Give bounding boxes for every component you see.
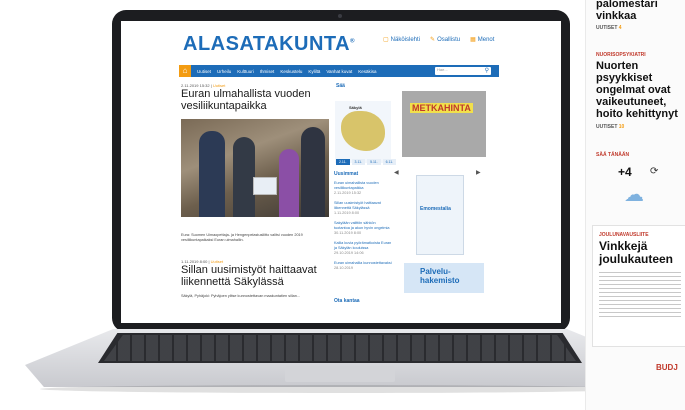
item-time: 2.11.2019 15:32 xyxy=(334,191,362,195)
laptop-shadow xyxy=(40,385,640,393)
chevron-right-icon[interactable]: ▶ xyxy=(476,169,481,176)
paper-supplement-box: JOULUNAVAUSLIITE Vinkkejä joulukauteen xyxy=(592,225,685,347)
nav-item-uutiset[interactable]: Uutiset xyxy=(197,69,211,74)
paper-temperature: +4 xyxy=(618,165,632,179)
search-icon[interactable]: ⚲ xyxy=(485,67,489,74)
paper-body-lines xyxy=(599,272,681,320)
region-shape xyxy=(341,111,385,151)
weather-heading: Sää xyxy=(336,83,345,89)
list-item[interactable]: Sillan uusimistyöt haittaavat liikennett… xyxy=(334,201,392,216)
map-place: Säkylä xyxy=(349,105,362,110)
keyboard-keys xyxy=(104,335,576,361)
item-time: 29.10.2019 14:06 xyxy=(334,251,364,255)
latest-list: Uusimmat Euran uimahallista vuoden vesil… xyxy=(334,171,392,276)
calendar-icon: ▦ xyxy=(470,37,476,43)
person-figure xyxy=(199,131,225,217)
paper-headline-top: palomestari vinkkaa xyxy=(596,0,658,22)
top-link-label: Menot xyxy=(477,37,495,43)
latest-heading: Uusimmat xyxy=(334,171,359,177)
nav-item-kulttuuri[interactable]: Kulttuuri xyxy=(237,69,254,74)
person-figure xyxy=(233,137,255,217)
nav-item-vanhat-kuvat[interactable]: Vanhat kuvat xyxy=(326,69,352,74)
main-nav: ⌂ Uutiset Urheilu Kulttuuri Ihmiset Kesk… xyxy=(179,65,499,77)
nav-item-urheilu[interactable]: Urheilu xyxy=(217,69,231,74)
item-title: Euran uimahallia kunnostettavaksi xyxy=(334,261,392,265)
item-title: Sillan uusimistyöt haittaavat liikennett… xyxy=(334,201,381,210)
newspaper-clipping: palomestari vinkkaa UUTISET 4 NUORISOPSY… xyxy=(585,0,685,410)
top-link-label: Osallistu xyxy=(437,37,461,43)
article-photo[interactable] xyxy=(181,119,329,217)
article-2: 1.11.2019 8:00 | Uutiset Sillan uusimist… xyxy=(181,259,329,299)
meta-num: 10 xyxy=(618,124,625,130)
weather-tabs: 2.11. 3.11. 5.11. 6.11. xyxy=(336,159,397,165)
laptop-screen: ALASATAKUNTA® ▢ Näköislehti ✎ Osallistu ▦ M… xyxy=(121,21,561,323)
cloud-icon: ☁ xyxy=(624,184,644,206)
wind-icon: ⟳ xyxy=(650,166,659,177)
top-link-naköislehti[interactable]: ▢ Näköislehti xyxy=(383,36,420,43)
item-time: 28.10.2019 xyxy=(334,266,354,270)
article-1: 2.11.2019 15:32 | Uutiset Euran ulmahall… xyxy=(181,83,329,112)
nav-items: Uutiset Urheilu Kulttuuri Ihmiset Keskus… xyxy=(191,69,377,74)
nav-item-keskustelu[interactable]: Keskustelu xyxy=(280,69,302,74)
webcam xyxy=(338,14,342,18)
paper-kicker: JOULUNAVAUSLIITE xyxy=(599,232,649,238)
search-input[interactable]: Hae... xyxy=(435,67,491,75)
item-time: 1.11.2019 8:00 xyxy=(334,211,360,215)
meta-num: 4 xyxy=(618,25,622,31)
top-links: ▢ Näköislehti ✎ Osallistu ▦ Menot xyxy=(383,36,494,43)
item-title: Sakylään valittiin sähkön tuotantoa ja a… xyxy=(334,221,390,230)
nav-item-ihmiset[interactable]: Ihmiset xyxy=(260,69,275,74)
top-link-menot[interactable]: ▦ Menot xyxy=(470,36,494,43)
meta-label: UUTISET xyxy=(596,25,618,31)
article-title[interactable]: Sillan uusimistyöt haittaavat liikennett… xyxy=(181,264,329,288)
list-item[interactable]: Euran uimahallia kunnostettavaksi 28.10.2… xyxy=(334,261,392,271)
list-item[interactable]: Kallia kuvia pyörämatkoista Euran ja Säk… xyxy=(334,241,392,256)
square-icon: ▢ xyxy=(383,37,389,43)
meta-label: UUTISET xyxy=(596,124,618,130)
weather-tab[interactable]: 3.11. xyxy=(351,159,366,165)
article-title[interactable]: Euran ulmahallista vuoden vesiliikuntapa… xyxy=(181,88,329,112)
top-link-label: Näköislehti xyxy=(390,37,421,43)
ad-banner[interactable]: METKAHINTA xyxy=(402,91,486,157)
ad-banner[interactable]: Palvelu-hakemisto xyxy=(404,263,484,293)
paper-weather-label: SÄÄ TÄNÄÄN xyxy=(596,152,630,158)
list-item[interactable]: Euran uimahallista vuoden vesiliikuntapa… xyxy=(334,181,392,196)
item-title: Kallia kuvia pyörämatkoista Euran ja Säk… xyxy=(334,241,392,250)
paper-meta: UUTISET 4 xyxy=(596,25,622,31)
item-title: Euran uimahallista vuoden vesiliikuntapa… xyxy=(334,181,379,190)
paper-headline: Vinkkejä joulukauteen xyxy=(599,239,674,266)
paper-meta: UUTISET 10 xyxy=(596,124,624,130)
person-figure xyxy=(301,127,325,217)
nav-item-kesakisa[interactable]: Kesäkisa xyxy=(358,69,376,74)
chevron-left-icon[interactable]: ◀ xyxy=(394,169,399,176)
article-caption: Säkylä, Pyhäjoki: Pyhäjoen ylitse kunnos… xyxy=(181,294,301,298)
weather-map[interactable]: Säkylä xyxy=(335,101,391,163)
trackpad xyxy=(285,366,395,382)
certificate xyxy=(253,177,277,195)
ad-title: Palvelu-hakemisto xyxy=(420,267,460,285)
nav-item-kylilta[interactable]: Kyliltä xyxy=(308,69,320,74)
article-caption: Eura: Suomen Uimaopettaja- ja Hengenpela… xyxy=(181,233,303,242)
ad-title: METKAHINTA xyxy=(410,103,473,113)
weather-tab[interactable]: 6.11. xyxy=(382,159,397,165)
top-link-osallistu[interactable]: ✎ Osallistu xyxy=(430,36,460,43)
logo-text: ALASATAKUNTA xyxy=(183,33,351,55)
ad-title: Emomestalia xyxy=(420,206,451,212)
paper-kicker: NUORISOPSYKIATRI xyxy=(596,52,646,58)
paper-headline: Nuorten psyykkiset ongelmat ovat vaikeut… xyxy=(596,60,678,120)
poll-heading: Ota kantaa xyxy=(334,298,360,304)
ad-banner[interactable]: Emomestalia xyxy=(416,175,464,255)
person-figure xyxy=(279,149,299,217)
weather-tab[interactable]: 2.11. xyxy=(336,159,350,165)
item-time: 30.11.2019 8:00 xyxy=(334,231,362,235)
weather-tab[interactable]: 5.11. xyxy=(367,159,381,165)
pen-icon: ✎ xyxy=(430,37,436,43)
paper-footer: BUDJ xyxy=(656,363,678,372)
home-icon[interactable]: ⌂ xyxy=(179,65,191,77)
site-logo[interactable]: ALASATAKUNTA® xyxy=(183,33,355,56)
list-item[interactable]: Sakylään valittiin sähkön tuotantoa ja a… xyxy=(334,221,392,236)
